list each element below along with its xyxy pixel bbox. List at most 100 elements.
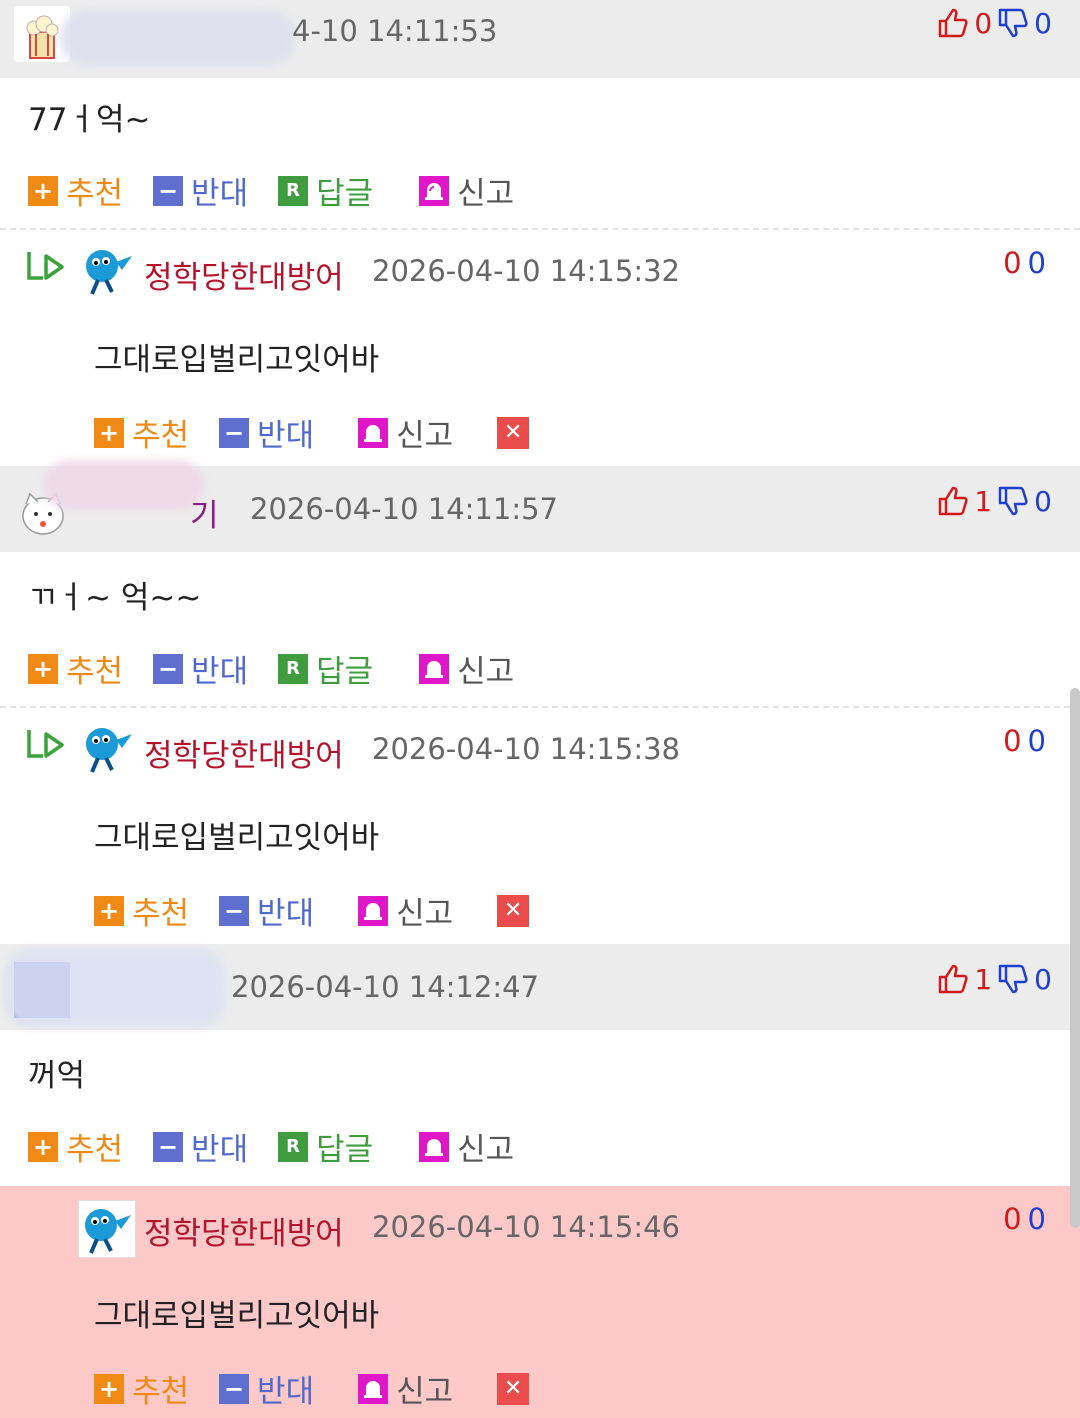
reply-actions: + 추천 − 반대 신고 ✕ <box>94 888 567 933</box>
blurred-nickname <box>60 10 296 66</box>
upvote-count: 1 <box>974 484 993 518</box>
delete-button[interactable]: ✕ <box>497 1372 537 1405</box>
recommend-button[interactable]: + 추천 <box>28 646 123 691</box>
siren-icon <box>358 417 389 448</box>
recommend-button[interactable]: + 추천 <box>94 410 189 455</box>
vote-counts: 1 0 <box>936 484 1052 518</box>
blue-mascot-avatar-icon[interactable] <box>79 1201 135 1257</box>
reply-r-icon: R <box>278 175 309 206</box>
blue-mascot-avatar-icon[interactable] <box>80 720 136 776</box>
reply-downvote-count: 0 <box>1027 1202 1052 1236</box>
minus-icon: − <box>219 895 250 926</box>
report-button[interactable]: 신고 <box>358 1366 453 1411</box>
close-icon: ✕ <box>497 416 530 449</box>
reply-downvote-count: 0 <box>1027 724 1052 758</box>
siren-icon <box>419 653 450 684</box>
comment-actions: + 추천 − 반대 R 답글 신고 <box>28 168 544 213</box>
minus-icon: − <box>153 653 184 684</box>
reply-downvote-count: 0 <box>1027 246 1052 280</box>
oppose-button[interactable]: − 반대 <box>219 410 314 455</box>
siren-icon <box>419 1131 450 1162</box>
reply-text: 그대로입벌리고잇어바 <box>94 820 380 856</box>
downvote-count: 0 <box>1034 6 1052 40</box>
thumbs-up-icon[interactable] <box>936 962 970 996</box>
oppose-button[interactable]: − 반대 <box>219 888 314 933</box>
reply-timestamp: 2026-04-10 14:15:38 <box>372 732 680 766</box>
plus-icon: + <box>28 175 58 206</box>
delete-button[interactable]: ✕ <box>497 416 537 449</box>
oppose-button[interactable]: − 반대 <box>153 168 248 213</box>
close-icon: ✕ <box>497 894 530 927</box>
reply-text: 그대로입벌리고잇어바 <box>94 342 380 378</box>
reply-arrow-icon <box>27 252 64 280</box>
reply-timestamp: 2026-04-10 14:15:46 <box>372 1210 680 1244</box>
plus-icon: + <box>94 417 124 448</box>
recommend-button[interactable]: + 추천 <box>94 888 189 933</box>
blurred-nickname <box>44 460 204 510</box>
nickname-fragment[interactable]: 기 <box>190 490 219 535</box>
reply-timestamp: 2026-04-10 14:15:32 <box>372 254 680 288</box>
blue-mascot-avatar-icon[interactable] <box>80 242 136 298</box>
reply-vote-counts: 00 <box>1003 724 1052 758</box>
comment-header: 4-10 14:11:53 0 0 <box>0 0 1080 78</box>
thumbs-down-icon[interactable] <box>996 484 1030 518</box>
oppose-button[interactable]: − 반대 <box>219 1366 314 1411</box>
thumbs-down-icon[interactable] <box>996 6 1030 40</box>
comment-timestamp: 4-10 14:11:53 <box>292 14 498 48</box>
comment-text: 꺼억 <box>28 1058 86 1094</box>
recommend-button[interactable]: + 추천 <box>28 1124 123 1169</box>
reply-r-icon: R <box>278 1131 309 1162</box>
report-button[interactable]: 신고 <box>419 646 514 691</box>
comment-actions: + 추천 − 반대 R 답글 신고 <box>28 1124 544 1169</box>
vote-counts: 1 0 <box>936 962 1052 996</box>
comment-actions: + 추천 − 반대 R 답글 신고 <box>28 646 544 691</box>
report-button[interactable]: 신고 <box>419 1124 514 1169</box>
reply-vote-counts: 00 <box>1003 1202 1052 1236</box>
downvote-count: 0 <box>1034 484 1052 518</box>
thumbs-down-icon[interactable] <box>996 962 1030 996</box>
reply-button[interactable]: R 답글 <box>278 168 373 213</box>
thumbs-up-icon[interactable] <box>936 6 970 40</box>
reply-vote-counts: 00 <box>1003 246 1052 280</box>
close-icon: ✕ <box>497 1372 530 1405</box>
delete-button[interactable]: ✕ <box>497 894 537 927</box>
reply-author-name[interactable]: 정학당한대방어 <box>144 730 344 775</box>
plus-icon: + <box>28 1131 58 1162</box>
scrollbar[interactable] <box>1070 688 1080 1228</box>
reply-text: 그대로입벌리고잇어바 <box>94 1298 380 1334</box>
comment-text: 77ㅓ억~ <box>28 102 151 138</box>
reply-actions: + 추천 − 반대 신고 ✕ <box>94 1366 567 1411</box>
reply-author-name[interactable]: 정학당한대방어 <box>144 1208 344 1253</box>
reply-upvote-count: 0 <box>1003 724 1028 758</box>
reply-upvote-count: 0 <box>1003 246 1028 280</box>
reply-upvote-count: 0 <box>1003 1202 1028 1236</box>
blurred-nickname <box>4 948 226 1028</box>
reply-author-name[interactable]: 정학당한대방어 <box>144 252 344 297</box>
divider <box>0 228 1080 230</box>
report-button[interactable]: 신고 <box>358 410 453 455</box>
oppose-button[interactable]: − 반대 <box>153 1124 248 1169</box>
comment-timestamp: 2026-04-10 14:11:57 <box>250 492 558 526</box>
reply-button[interactable]: R 답글 <box>278 646 373 691</box>
recommend-button[interactable]: + 추천 <box>28 168 123 213</box>
siren-icon <box>358 1373 389 1404</box>
report-button[interactable]: 신고 <box>419 168 514 213</box>
downvote-count: 0 <box>1034 962 1052 996</box>
comment-timestamp: 2026-04-10 14:12:47 <box>231 970 539 1004</box>
minus-icon: − <box>219 417 250 448</box>
oppose-button[interactable]: − 반대 <box>153 646 248 691</box>
upvote-count: 1 <box>974 962 993 996</box>
thumbs-up-icon[interactable] <box>936 484 970 518</box>
reply-button[interactable]: R 답글 <box>278 1124 373 1169</box>
comment-header: 2026-04-10 14:12:47 1 0 <box>0 944 1080 1030</box>
plus-icon: + <box>94 895 124 926</box>
siren-icon <box>358 895 389 926</box>
comment-header: 기 2026-04-10 14:11:57 1 0 <box>0 460 1080 552</box>
plus-icon: + <box>28 653 58 684</box>
report-button[interactable]: 신고 <box>358 888 453 933</box>
reply-arrow-icon <box>27 730 64 758</box>
recommend-button[interactable]: + 추천 <box>94 1366 189 1411</box>
plus-icon: + <box>94 1373 124 1404</box>
reply-actions: + 추천 − 반대 신고 ✕ <box>94 410 567 455</box>
divider <box>0 706 1080 708</box>
